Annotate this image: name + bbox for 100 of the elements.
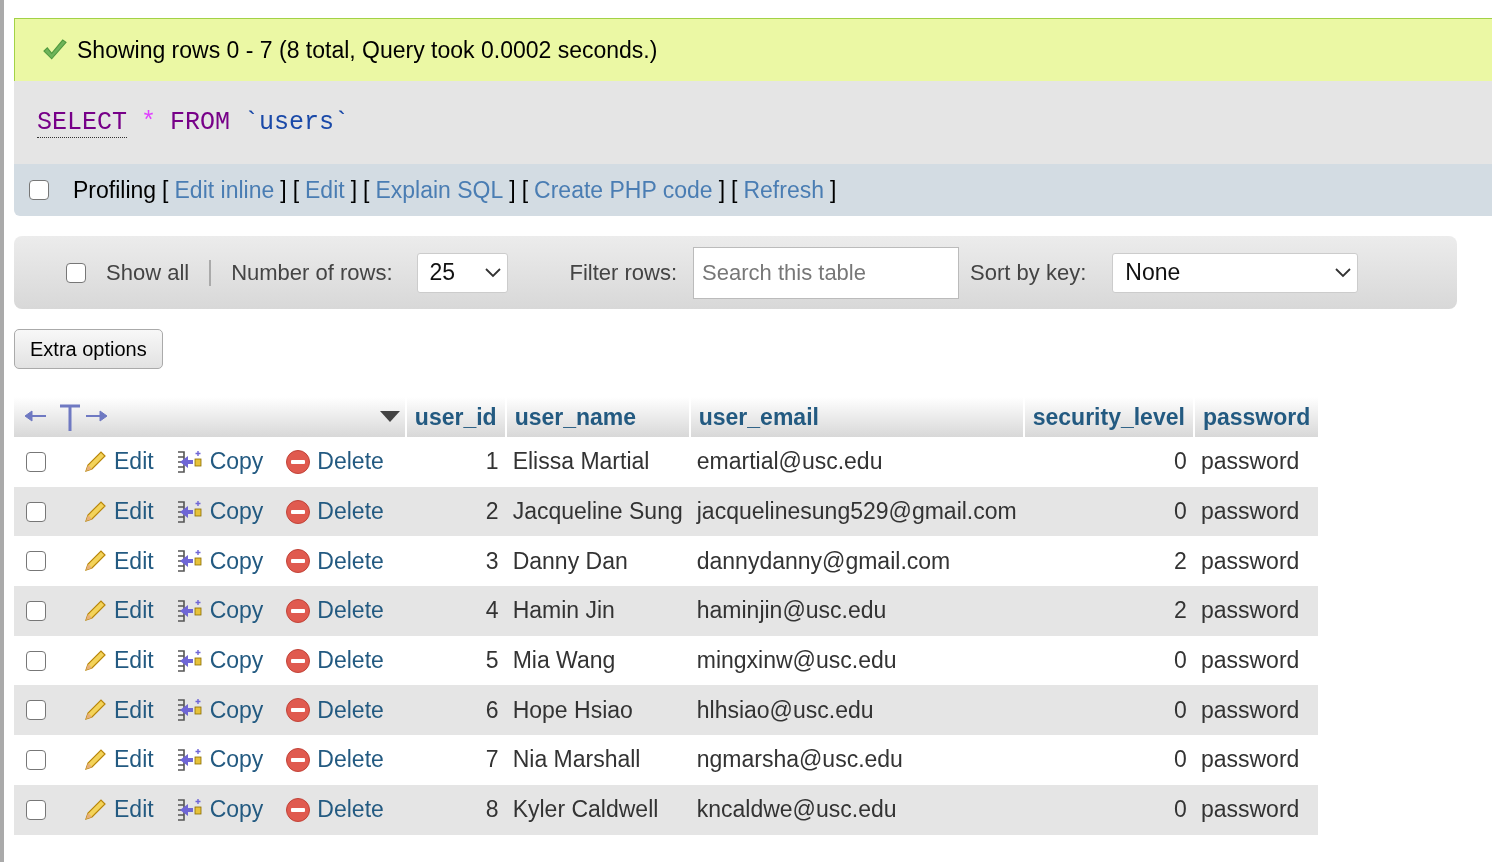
table-cell: password <box>1193 635 1319 686</box>
query-action-link[interactable]: Refresh <box>743 176 824 204</box>
bracket-text: [ <box>731 176 738 204</box>
edit-link[interactable]: Edit <box>82 696 154 724</box>
bracket-text: ] <box>280 176 287 204</box>
table-cell: dannydanny@gmail.com <box>689 536 1024 587</box>
minus-circle-icon <box>285 498 312 525</box>
delete-link[interactable]: Delete <box>285 647 384 675</box>
table-cell: password <box>1193 486 1319 537</box>
column-header[interactable]: password <box>1193 397 1319 437</box>
table-cell: 0 <box>1023 486 1194 537</box>
row-checkbox[interactable] <box>26 551 46 572</box>
table-cell: 7 <box>405 735 506 785</box>
copy-link[interactable]: Copy <box>175 597 264 625</box>
row-checkbox[interactable] <box>26 600 46 621</box>
edit-link[interactable]: Edit <box>82 796 154 824</box>
show-all-checkbox[interactable] <box>66 262 86 283</box>
sql-token: * <box>141 108 157 137</box>
search-field[interactable]: Search this table <box>693 246 960 299</box>
dropdown-triangle-icon[interactable] <box>380 411 400 423</box>
table-cell: Elissa Martial <box>505 437 690 487</box>
row-checkbox[interactable] <box>26 700 46 721</box>
delete-link[interactable]: Delete <box>285 796 384 824</box>
profiling-label: Profiling <box>73 176 157 204</box>
query-action-link[interactable]: Explain SQL <box>375 176 504 204</box>
sql-token: FROM <box>170 108 231 137</box>
table-cell: emartial@usc.edu <box>689 437 1024 487</box>
sort-dropdown[interactable]: None <box>1112 252 1359 293</box>
query-action-link[interactable]: Edit <box>305 176 345 204</box>
table-cell: 1 <box>405 437 506 487</box>
copy-icon <box>175 548 204 575</box>
row-checkbox[interactable] <box>26 501 46 522</box>
rows-dropdown[interactable]: 25 <box>416 252 508 293</box>
row-checkbox[interactable] <box>26 749 46 770</box>
table-cell: 0 <box>1023 735 1194 785</box>
delete-link[interactable]: Delete <box>285 448 384 476</box>
edit-link[interactable]: Edit <box>82 498 154 526</box>
table-cell: 2 <box>1023 536 1194 587</box>
delete-link[interactable]: Delete <box>285 547 384 575</box>
edit-link[interactable]: Edit <box>82 547 154 575</box>
minus-circle-icon <box>285 448 312 475</box>
edit-link[interactable]: Edit <box>82 647 154 675</box>
column-header[interactable]: user_email <box>689 397 1024 437</box>
column-resize-icon[interactable] <box>24 402 108 432</box>
edit-link[interactable]: Edit <box>82 597 154 625</box>
copy-link[interactable]: Copy <box>175 647 264 675</box>
copy-link[interactable]: Copy <box>175 746 264 774</box>
column-header[interactable]: user_id <box>405 397 506 437</box>
table-cell: password <box>1193 685 1319 736</box>
table-cell: password <box>1193 735 1319 785</box>
delete-link[interactable]: Delete <box>285 498 384 526</box>
chevron-icon <box>484 267 501 278</box>
table-cell: password <box>1193 586 1319 636</box>
table-cell: hlhsiao@usc.edu <box>689 685 1024 736</box>
table-cell: jacquelinesung529@gmail.com <box>689 486 1024 537</box>
copy-icon <box>175 796 204 823</box>
sql-token: `users` <box>244 108 350 137</box>
table-cell: 0 <box>1023 685 1194 736</box>
edit-link[interactable]: Edit <box>82 746 154 774</box>
table-cell: 5 <box>405 635 506 686</box>
copy-link[interactable]: Copy <box>175 547 264 575</box>
status-text: Showing rows 0 - 7 (8 total, Query took 0.0002 seconds.) <box>77 36 658 64</box>
filter-label: Filter rows: <box>569 259 678 286</box>
copy-link[interactable]: Copy <box>175 796 264 824</box>
copy-link[interactable]: Copy <box>175 448 264 476</box>
minus-circle-icon <box>285 796 312 823</box>
table-cell: 2 <box>1023 586 1194 636</box>
table-cell: 4 <box>405 586 506 636</box>
minus-circle-icon <box>285 746 312 773</box>
delete-link[interactable]: Delete <box>285 696 384 724</box>
copy-icon <box>175 697 204 724</box>
extra-options-button[interactable]: Extra options <box>14 329 163 369</box>
bracket-text: ] <box>830 176 837 204</box>
bracket-text: [ <box>521 176 529 204</box>
table-cell: 0 <box>1023 784 1194 835</box>
sql-token: SELECT <box>37 107 127 138</box>
copy-link[interactable]: Copy <box>175 696 264 724</box>
query-action-link[interactable]: Edit inline <box>174 176 275 204</box>
table-cell: 0 <box>1023 437 1194 487</box>
table-cell: Nia Marshall <box>505 735 690 785</box>
query-action-link[interactable]: Create PHP code <box>534 176 713 204</box>
row-checkbox[interactable] <box>26 451 46 472</box>
row-checkbox[interactable] <box>26 799 46 820</box>
edit-link[interactable]: Edit <box>82 448 154 476</box>
table-cell: password <box>1193 784 1319 835</box>
table-cell: mingxinw@usc.edu <box>689 635 1024 686</box>
column-header[interactable]: user_name <box>505 397 690 437</box>
row-checkbox[interactable] <box>26 650 46 671</box>
profiling-checkbox[interactable] <box>29 180 49 200</box>
copy-link[interactable]: Copy <box>175 498 264 526</box>
table-cell: 2 <box>405 486 506 537</box>
checkmark-icon <box>41 39 69 61</box>
delete-link[interactable]: Delete <box>285 746 384 774</box>
copy-icon <box>175 597 204 624</box>
show-all-label: Show all <box>106 259 190 286</box>
delete-link[interactable]: Delete <box>285 597 384 625</box>
copy-icon <box>175 498 204 525</box>
column-header[interactable]: security_level <box>1023 397 1194 437</box>
bracket-text: [ <box>363 176 370 204</box>
minus-circle-icon <box>285 597 312 624</box>
